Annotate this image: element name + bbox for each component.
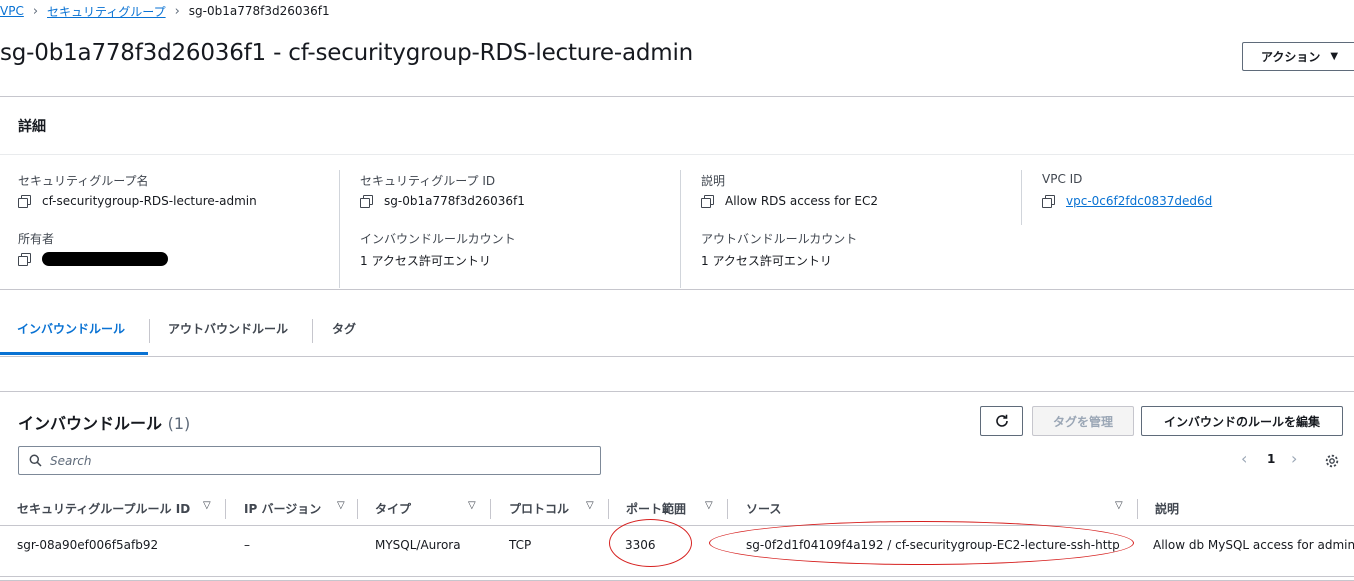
field-label: インバウンドルールカウント <box>360 232 516 246</box>
breadcrumb-security-groups-link[interactable]: セキュリティグループ <box>47 3 166 20</box>
breadcrumb: VPC › セキュリティグループ › sg-0b1a778f3d26036f1 <box>0 2 330 20</box>
actions-button[interactable]: アクション ▼ <box>1242 42 1354 71</box>
cell-rule-id: sgr-08a90ef006f5afb92 <box>17 538 159 552</box>
caret-down-icon: ▼ <box>1330 51 1339 62</box>
breadcrumb-vpc-link[interactable]: VPC <box>0 4 24 18</box>
tab-tags[interactable]: タグ <box>332 320 356 337</box>
field-label: アウトバンドルールカウント <box>701 232 858 246</box>
copy-icon[interactable] <box>360 195 373 208</box>
field-label: セキュリティグループ ID <box>360 174 496 188</box>
field-label: セキュリティグループ名 <box>18 174 149 188</box>
copy-icon[interactable] <box>18 195 31 208</box>
field-value: 1 アクセス許可エントリ <box>701 254 832 268</box>
refresh-icon <box>995 414 1008 427</box>
chevron-left-icon[interactable]: ‹ <box>1241 449 1247 468</box>
field-label: 説明 <box>701 174 726 188</box>
rules-count: (1) <box>167 414 191 433</box>
rules-title: インバウンドルール (1) <box>18 410 190 434</box>
refresh-button[interactable] <box>980 406 1023 436</box>
col-rule-id[interactable]: セキュリティグループルール ID <box>17 500 190 517</box>
chevron-right-icon: › <box>174 3 180 19</box>
column-divider <box>727 499 728 519</box>
divider <box>339 170 340 288</box>
field-outbound-count: アウトバンドルールカウント 1 アクセス許可エントリ <box>701 230 857 269</box>
sort-down-icon[interactable]: ▽ <box>337 500 345 511</box>
actions-button-label: アクション <box>1261 50 1321 64</box>
annotation-ellipse-source <box>709 521 1134 565</box>
page-title: sg-0b1a778f3d26036f1 - cf-securitygroup-… <box>0 40 694 66</box>
tab-divider <box>149 319 150 343</box>
vpc-id-link[interactable]: vpc-0c6f2fdc0837ded6d <box>1066 194 1212 208</box>
sort-down-icon[interactable]: ▽ <box>705 500 713 511</box>
tab-bar: インバウンドルール アウトバウンドルール タグ <box>0 312 1354 357</box>
cell-protocol: TCP <box>509 538 532 552</box>
search-field <box>18 446 601 475</box>
column-divider <box>490 499 491 519</box>
details-header: 詳細 <box>0 97 1354 155</box>
copy-icon[interactable] <box>701 195 714 208</box>
col-protocol[interactable]: プロトコル <box>509 500 569 517</box>
field-sg-id: セキュリティグループ ID sg-0b1a778f3d26036f1 <box>360 172 525 208</box>
sort-down-icon[interactable]: ▽ <box>203 500 211 511</box>
field-label: 所有者 <box>18 232 55 246</box>
annotation-ellipse-port <box>609 519 692 567</box>
column-divider <box>225 499 226 519</box>
field-label: VPC ID <box>1042 172 1083 186</box>
redacted-owner-value <box>42 252 168 266</box>
details-panel: 詳細 セキュリティグループ名 cf-securitygroup-RDS-lect… <box>0 96 1354 290</box>
field-vpc-id: VPC ID vpc-0c6f2fdc0837ded6d <box>1042 172 1212 208</box>
cell-type: MYSQL/Aurora <box>375 538 461 552</box>
divider <box>1021 170 1022 225</box>
sort-down-icon[interactable]: ▽ <box>586 500 594 511</box>
search-icon <box>29 454 42 467</box>
active-tab-indicator <box>0 352 148 355</box>
tab-inbound-rules[interactable]: インバウンドルール <box>17 320 125 337</box>
cell-ip-version: – <box>244 538 250 552</box>
tab-outbound-rules[interactable]: アウトバウンドルール <box>168 320 288 337</box>
column-divider <box>1137 499 1138 519</box>
field-inbound-count: インバウンドルールカウント 1 アクセス許可エントリ <box>360 230 516 269</box>
col-type[interactable]: タイプ <box>375 500 411 517</box>
cell-description: Allow db MySQL access for admin <box>1153 538 1354 552</box>
chevron-right-icon[interactable]: › <box>1291 449 1297 468</box>
col-port-range[interactable]: ポート範囲 <box>626 500 686 517</box>
field-description: 説明 Allow RDS access for EC2 <box>701 172 878 208</box>
field-value: cf-securitygroup-RDS-lecture-admin <box>42 194 257 208</box>
divider <box>680 170 681 288</box>
rules-title-text: インバウンドルール <box>18 414 163 433</box>
table-header: セキュリティグループルール ID ▽ IP バージョン ▽ タイプ ▽ プロトコ… <box>0 492 1354 526</box>
column-divider <box>608 499 609 519</box>
col-description[interactable]: 説明 <box>1155 500 1179 517</box>
col-ip-version[interactable]: IP バージョン <box>244 500 321 517</box>
details-title: 詳細 <box>18 119 46 135</box>
col-source[interactable]: ソース <box>746 500 781 517</box>
tab-divider <box>312 319 313 343</box>
search-input[interactable] <box>50 453 570 468</box>
edit-inbound-rules-button[interactable]: インバウンドのルールを編集 <box>1141 406 1343 436</box>
manage-tags-button[interactable]: タグを管理 <box>1032 406 1134 436</box>
settings-icon[interactable] <box>1324 453 1340 469</box>
page-number[interactable]: 1 <box>1267 452 1275 466</box>
chevron-right-icon: › <box>32 3 39 19</box>
sort-down-icon[interactable]: ▽ <box>468 500 476 511</box>
copy-icon[interactable] <box>1042 195 1055 208</box>
copy-icon[interactable] <box>18 253 31 266</box>
inbound-rules-panel: インバウンドルール (1) タグを管理 インバウンドのルールを編集 ‹ 1 › … <box>0 391 1354 581</box>
column-divider <box>357 499 358 519</box>
field-owner: 所有者 <box>18 230 168 266</box>
sort-down-icon[interactable]: ▽ <box>1115 500 1123 511</box>
field-value: 1 アクセス許可エントリ <box>360 254 491 268</box>
breadcrumb-current: sg-0b1a778f3d26036f1 <box>188 4 330 18</box>
field-sg-name: セキュリティグループ名 cf-securitygroup-RDS-lecture… <box>18 172 257 208</box>
field-value: sg-0b1a778f3d26036f1 <box>384 194 525 208</box>
field-value: Allow RDS access for EC2 <box>725 194 879 208</box>
